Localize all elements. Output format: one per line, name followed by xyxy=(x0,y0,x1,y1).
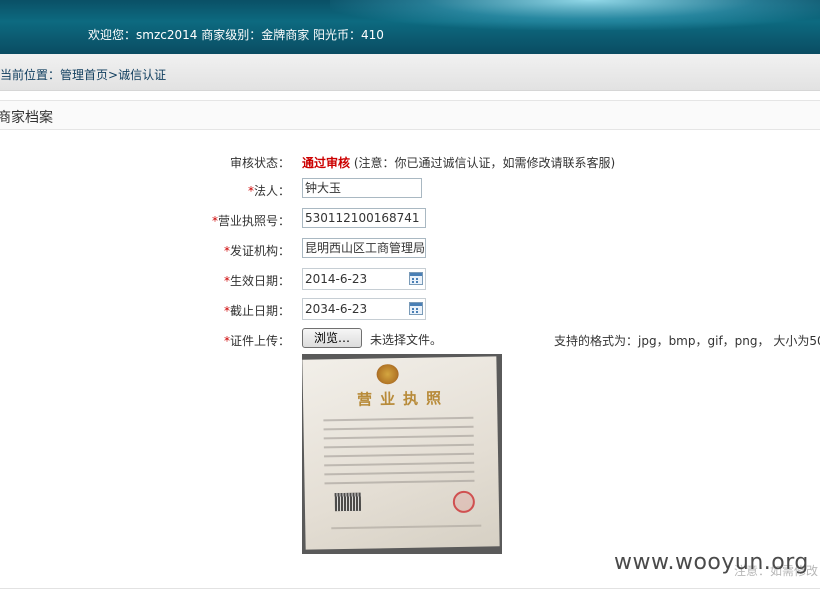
legal-person-label: *法人： xyxy=(248,182,290,199)
issuer-label-text: 发证机构： xyxy=(229,244,290,258)
license-no-label: *营业执照号： xyxy=(212,212,290,229)
license-image: 营业执照 xyxy=(302,354,502,554)
expiry-date-value: 2034-6-23 xyxy=(305,302,368,316)
section-header: 商家档案 xyxy=(0,100,820,130)
license-no-row: *营业执照号： 530112100168741 xyxy=(0,208,820,232)
status-approved: 通过审核 xyxy=(302,156,351,170)
welcome-text: 欢迎您：smzc2014 商家级别：金牌商家 阳光币：410 xyxy=(88,28,384,42)
breadcrumb-prefix: 当前位置： xyxy=(0,68,61,82)
status-note: (注意：你已通过诚信认证，如需修改请联系客服) xyxy=(353,156,616,170)
upload-label-text: 证件上传： xyxy=(229,334,290,348)
expiry-date-input[interactable]: 2034-6-23 xyxy=(302,298,426,320)
official-seal-icon xyxy=(452,490,476,514)
watermark-text: www.wooyun.org xyxy=(614,550,809,575)
national-emblem-icon xyxy=(376,364,399,385)
browse-button[interactable]: 浏览… xyxy=(302,328,362,348)
status-value: 通过审核 (注意：你已通过诚信认证，如需修改请联系客服) xyxy=(302,154,615,171)
top-header: 欢迎您：smzc2014 商家级别：金牌商家 阳光币：410 xyxy=(0,0,820,54)
license-image-title: 营业执照 xyxy=(356,389,450,409)
breadcrumb-current[interactable]: 诚信认证 xyxy=(118,68,166,82)
breadcrumb-home-link[interactable]: 管理首页 xyxy=(60,68,108,82)
license-no-label-text: 营业执照号： xyxy=(217,214,290,228)
legal-person-label-text: 法人： xyxy=(253,184,290,198)
upload-row: *证件上传： 浏览… 未选择文件。 支持的格式为：jpg，bmp，gif，png… xyxy=(0,328,820,352)
effective-date-label: *生效日期： xyxy=(224,272,290,289)
status-label: 审核状态： xyxy=(229,156,290,170)
bottom-divider xyxy=(0,588,820,589)
calendar-icon[interactable] xyxy=(409,302,423,315)
supported-formats-text: 支持的格式为：jpg，bmp，gif，png， 大小为500 xyxy=(554,334,820,348)
breadcrumb-separator: > xyxy=(108,68,119,82)
license-paper: 营业执照 xyxy=(302,356,500,550)
status-row: 审核状态： 通过审核 (注意：你已通过诚信认证，如需修改请联系客服) xyxy=(0,150,820,174)
breadcrumb: 当前位置：管理首页>诚信认证 xyxy=(0,66,166,83)
legal-person-row: *法人： 钟大玉 xyxy=(0,178,820,202)
header-glow xyxy=(330,0,820,30)
license-no-input[interactable]: 530112100168741 xyxy=(302,208,426,228)
breadcrumb-bar: 当前位置：管理首页>诚信认证 xyxy=(0,54,820,91)
license-footer-line xyxy=(331,524,482,530)
effective-date-label-text: 生效日期： xyxy=(229,274,290,288)
issuer-input[interactable]: 昆明西山区工商管理局 xyxy=(302,238,426,258)
expiry-date-label: *截止日期： xyxy=(224,302,290,319)
calendar-icon[interactable] xyxy=(409,272,423,285)
legal-person-input[interactable]: 钟大玉 xyxy=(302,178,422,198)
effective-date-row: *生效日期： 2014-6-23 xyxy=(0,268,820,292)
issuer-row: *发证机构： 昆明西山区工商管理局 xyxy=(0,238,820,262)
upload-label: *证件上传： xyxy=(224,332,290,349)
license-text-lines xyxy=(323,416,475,492)
expiry-date-label-text: 截止日期： xyxy=(229,304,290,318)
effective-date-input[interactable]: 2014-6-23 xyxy=(302,268,426,290)
issuer-label: *发证机构： xyxy=(224,242,290,259)
no-file-text: 未选择文件。 xyxy=(370,333,443,347)
qr-code-icon xyxy=(334,492,362,512)
effective-date-value: 2014-6-23 xyxy=(305,272,368,286)
section-title: 商家档案 xyxy=(0,110,53,126)
expiry-date-row: *截止日期： 2034-6-23 xyxy=(0,298,820,322)
